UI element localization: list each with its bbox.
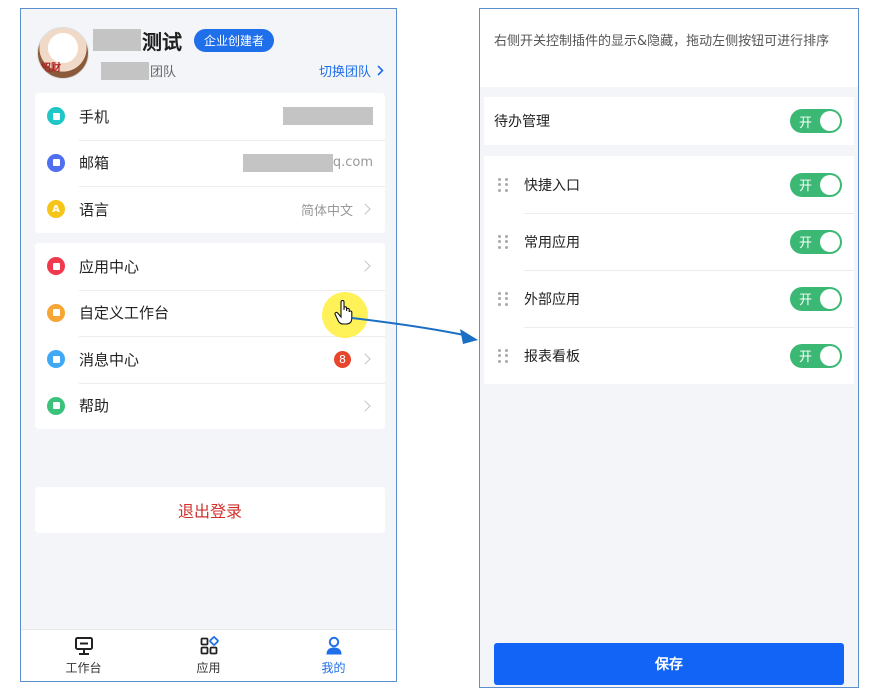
switch-team-label: 切换团队 — [318, 65, 371, 80]
drag-handle-icon[interactable] — [498, 348, 508, 363]
row-label: 邮箱 — [79, 154, 110, 173]
custom-workbench-screen: 右侧开关控制插件的显示&隐藏，拖动左侧按钮可进行排序 待办管理 开 快捷入口 开… — [479, 8, 859, 688]
toggle-label: 开 — [799, 236, 813, 251]
toggle-knob — [820, 288, 840, 309]
toggle-label: 开 — [799, 179, 813, 194]
email-value: q.com — [242, 153, 373, 172]
apps-tab-icon — [200, 635, 219, 654]
toggle-knob — [820, 111, 840, 131]
team-name: 团队 — [101, 61, 176, 80]
tab-workbench[interactable]: 工作台 — [21, 630, 146, 681]
row-label: 快捷入口 — [524, 177, 580, 194]
row-todo: 待办管理 开 — [484, 97, 854, 145]
row-plugin: 外部应用 开 — [484, 270, 854, 327]
redacted-team — [101, 61, 149, 80]
team-suffix: 团队 — [150, 65, 177, 80]
tab-label: 我的 — [321, 660, 346, 675]
drag-handle-icon[interactable] — [498, 234, 508, 249]
phone-icon — [47, 107, 65, 126]
unread-badge: 8 — [334, 350, 351, 368]
redacted-email — [242, 153, 333, 172]
toggle-knob — [820, 231, 840, 252]
row-label: 自定义工作台 — [79, 304, 170, 323]
phone-value — [283, 107, 373, 126]
row-message-center[interactable]: 消息中心 8 — [35, 336, 385, 383]
toggle-label: 开 — [799, 115, 813, 131]
todo-card: 待办管理 开 — [484, 97, 854, 145]
chevron-right-icon — [377, 65, 384, 76]
plugin-toggle[interactable]: 开 — [790, 172, 842, 197]
user-name-row: 测试 企业创建者 — [93, 27, 275, 54]
toggle-knob — [820, 174, 840, 195]
row-plugin: 报表看板 开 — [484, 327, 854, 384]
workbench-tab-icon — [74, 636, 93, 655]
chevron-right-icon — [359, 203, 371, 215]
avatar-text: 招财 — [41, 63, 61, 74]
plugin-toggle[interactable]: 开 — [790, 286, 842, 311]
row-app-center[interactable]: 应用中心 — [35, 243, 385, 290]
app-center-icon — [47, 257, 65, 276]
tab-label: 工作台 — [65, 660, 102, 675]
row-label: 帮助 — [79, 397, 110, 416]
tab-label: 应用 — [196, 660, 221, 675]
avatar[interactable]: 招财 — [37, 27, 89, 79]
row-label: 应用中心 — [79, 257, 140, 276]
toggle-label: 开 — [799, 350, 813, 365]
row-label: 外部应用 — [524, 291, 580, 308]
workbench-icon — [47, 303, 65, 322]
chevron-right-icon — [359, 400, 371, 412]
profile-header: 招财 测试 企业创建者 团队 切换团队 — [21, 9, 396, 93]
tab-me[interactable]: 我的 — [271, 630, 396, 681]
message-icon — [47, 350, 65, 369]
row-label: 语言 — [79, 200, 110, 219]
drag-handle-icon[interactable] — [498, 177, 508, 192]
tab-apps[interactable]: 应用 — [146, 630, 271, 681]
drag-handle-icon[interactable] — [498, 291, 508, 306]
row-label: 报表看板 — [524, 348, 580, 365]
plugin-toggle[interactable]: 开 — [790, 343, 842, 368]
email-domain: q.com — [332, 155, 373, 171]
user-name: 测试 — [142, 29, 182, 54]
chevron-right-icon — [359, 260, 371, 272]
row-help[interactable]: 帮助 — [35, 382, 385, 430]
mail-icon — [47, 153, 65, 172]
row-label: 常用应用 — [524, 234, 580, 251]
language-icon: A — [47, 200, 65, 219]
toggle-knob — [820, 345, 840, 366]
profile-tab-icon — [326, 636, 341, 654]
row-plugin: 快捷入口 开 — [484, 156, 854, 213]
help-icon — [47, 396, 65, 415]
row-language[interactable]: A 语言 简体中文 — [35, 186, 385, 233]
plugins-card: 快捷入口 开 常用应用 开 外部应用 开 报表看板 开 — [484, 156, 854, 384]
profile-screen: 招财 测试 企业创建者 团队 切换团队 手机 邮箱 q.com A 语言 简体中… — [20, 8, 397, 682]
row-label: 待办管理 — [494, 114, 550, 130]
redacted-name — [93, 29, 141, 51]
toggle-label: 开 — [799, 293, 813, 308]
row-phone[interactable]: 手机 — [35, 93, 385, 140]
language-value: 简体中文 — [300, 203, 353, 219]
logout-button[interactable]: 退出登录 — [35, 487, 385, 533]
save-button[interactable]: 保存 — [494, 643, 844, 685]
row-label: 手机 — [79, 107, 110, 126]
arrow-connector-icon — [351, 317, 478, 344]
row-email[interactable]: 邮箱 q.com — [35, 139, 385, 187]
row-label: 消息中心 — [79, 350, 140, 369]
row-plugin: 常用应用 开 — [484, 213, 854, 270]
account-card: 手机 邮箱 q.com A 语言 简体中文 — [35, 93, 385, 233]
role-badge: 企业创建者 — [194, 28, 275, 52]
instruction-text: 右侧开关控制插件的显示&隐藏，拖动左侧按钮可进行排序 — [480, 9, 858, 87]
todo-toggle[interactable]: 开 — [790, 109, 842, 133]
bottom-tab-bar: 工作台 应用 我的 — [21, 629, 396, 681]
plugin-toggle[interactable]: 开 — [790, 229, 842, 254]
redacted-phone — [283, 107, 373, 126]
feature-card: 应用中心 自定义工作台 消息中心 8 帮助 — [35, 243, 385, 429]
switch-team-link[interactable]: 切换团队 — [319, 61, 384, 80]
